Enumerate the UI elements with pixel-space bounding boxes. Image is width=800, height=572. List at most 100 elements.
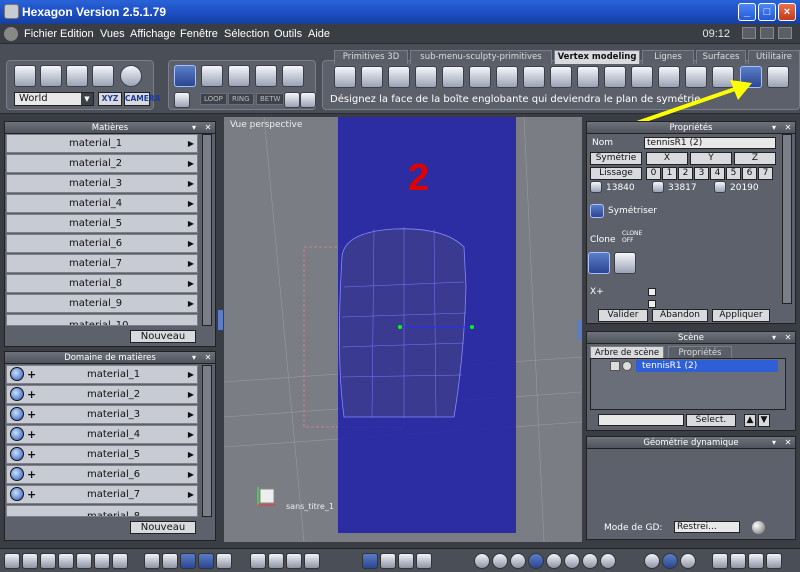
list-item[interactable]: material_6 ▶ bbox=[6, 234, 198, 253]
list-item[interactable]: material_3 ▶ bbox=[6, 174, 198, 193]
menu-selection[interactable]: Sélection bbox=[224, 28, 269, 40]
tab-sculpty[interactable]: sub-menu-sculpty-primitives bbox=[410, 50, 552, 64]
down-arrow-icon[interactable]: ▼ bbox=[758, 414, 770, 427]
between-button[interactable]: BETW bbox=[256, 93, 285, 105]
smoothing-level-2[interactable]: 2 bbox=[678, 167, 693, 180]
snap-icon[interactable] bbox=[284, 92, 300, 108]
rotate-tool-icon[interactable] bbox=[398, 553, 414, 569]
flat-shaded-icon[interactable] bbox=[546, 553, 562, 569]
tab-primitives-3d[interactable]: Primitives 3D bbox=[334, 50, 408, 64]
tab-lignes[interactable]: Lignes bbox=[642, 50, 694, 64]
panel-menu-icon[interactable]: ▾ bbox=[769, 333, 779, 343]
smoothing-level-5[interactable]: 5 bbox=[726, 167, 741, 180]
extrude-icon[interactable] bbox=[334, 66, 356, 88]
grid-snap-icon[interactable] bbox=[198, 553, 214, 569]
panel-menu-icon[interactable]: ▾ bbox=[189, 353, 199, 363]
menu-fichier[interactable]: Fichier bbox=[24, 28, 57, 40]
smoothing-level-4[interactable]: 4 bbox=[710, 167, 725, 180]
pan-icon[interactable] bbox=[268, 553, 284, 569]
sphere-view-icon[interactable] bbox=[644, 553, 660, 569]
symmetrize-icon[interactable] bbox=[590, 204, 604, 218]
xplus-checkbox[interactable] bbox=[648, 288, 656, 296]
viewport[interactable]: Vue perspective 2 sans_titre_1 bbox=[224, 117, 582, 542]
validate-button[interactable]: Valider bbox=[598, 309, 648, 322]
flatten-icon[interactable] bbox=[577, 66, 599, 88]
lights-icon[interactable] bbox=[600, 553, 616, 569]
layout-seven-icon[interactable] bbox=[112, 553, 128, 569]
new-domain-button[interactable]: Nouveau bbox=[130, 521, 196, 534]
tessellate-icon[interactable] bbox=[442, 66, 464, 88]
layout-two-icon[interactable] bbox=[22, 553, 38, 569]
scene-filter-input[interactable] bbox=[598, 414, 684, 426]
panel-close-icon[interactable]: ✕ bbox=[203, 123, 213, 133]
soft-select-icon[interactable] bbox=[174, 92, 190, 108]
name-field[interactable]: tennisR1 (2) bbox=[644, 137, 776, 149]
menu-edition[interactable]: Edition bbox=[60, 28, 94, 40]
select-arrow-icon[interactable] bbox=[14, 65, 36, 87]
symmetry-button[interactable]: Symétrie bbox=[590, 152, 642, 165]
layout-six-icon[interactable] bbox=[94, 553, 110, 569]
smoothing-level-7[interactable]: 7 bbox=[758, 167, 773, 180]
maximize-app-icon[interactable] bbox=[760, 27, 774, 39]
close-app-icon[interactable] bbox=[778, 27, 792, 39]
layout-three-icon[interactable] bbox=[40, 553, 56, 569]
wireframe-icon[interactable] bbox=[474, 553, 490, 569]
face-mode-icon[interactable] bbox=[201, 65, 223, 87]
list-item[interactable]: + material_4 ▶ bbox=[6, 425, 198, 444]
gd-sphere-icon[interactable] bbox=[752, 521, 765, 534]
camera-button[interactable]: CAMERA bbox=[124, 92, 160, 106]
axis-y-button[interactable]: Y bbox=[690, 152, 732, 165]
panel-menu-icon[interactable]: ▾ bbox=[769, 438, 779, 448]
list-item[interactable]: + material_1 ▶ bbox=[6, 365, 198, 384]
symmetry-mode-2-icon[interactable] bbox=[614, 252, 636, 274]
ring-button[interactable]: RING bbox=[228, 93, 254, 105]
option-checkbox[interactable] bbox=[648, 300, 656, 308]
smooth-icon[interactable] bbox=[550, 66, 572, 88]
list-item[interactable]: + material_5 ▶ bbox=[6, 445, 198, 464]
zoom-fit-icon[interactable] bbox=[250, 553, 266, 569]
box-icon[interactable] bbox=[361, 66, 383, 88]
materials-scrollbar[interactable] bbox=[202, 134, 212, 326]
cancel-button[interactable]: Abandon bbox=[652, 309, 708, 322]
gd-mode-select[interactable]: Restrei... bbox=[674, 521, 740, 533]
smoothing-button[interactable]: Lissage bbox=[590, 167, 642, 180]
panel-close-icon[interactable]: ✕ bbox=[783, 333, 793, 343]
symmetry-mode-1-icon[interactable] bbox=[588, 252, 610, 274]
symmetrize-label[interactable]: Symétriser bbox=[608, 206, 657, 216]
panel-close-icon[interactable]: ✕ bbox=[203, 353, 213, 363]
tools-more-icon[interactable] bbox=[767, 66, 789, 88]
smoothing-level-6[interactable]: 6 bbox=[742, 167, 757, 180]
box-textured-icon[interactable] bbox=[766, 553, 782, 569]
list-item[interactable]: + material_2 ▶ bbox=[6, 385, 198, 404]
grid-icon[interactable] bbox=[180, 553, 196, 569]
list-item[interactable]: material_2 ▶ bbox=[6, 154, 198, 173]
list-item[interactable]: material_4 ▶ bbox=[6, 194, 198, 213]
sphere-blue-icon[interactable] bbox=[662, 553, 678, 569]
list-item[interactable]: + material_3 ▶ bbox=[6, 405, 198, 424]
grid-options-icon[interactable] bbox=[216, 553, 232, 569]
component-mode-icon[interactable] bbox=[282, 65, 304, 87]
list-item[interactable]: + material_6 ▶ bbox=[6, 465, 198, 484]
inset-icon[interactable] bbox=[415, 66, 437, 88]
app-menu-icon[interactable] bbox=[4, 27, 18, 41]
layout-four-icon[interactable] bbox=[58, 553, 74, 569]
ghost-icon[interactable] bbox=[120, 65, 142, 87]
render-paint-icon[interactable] bbox=[162, 553, 178, 569]
list-item[interactable]: material_1 ▶ bbox=[6, 134, 198, 153]
panel-close-icon[interactable]: ✕ bbox=[783, 438, 793, 448]
chevron-down-icon[interactable]: ▼ bbox=[81, 93, 93, 105]
scale-tool-icon[interactable] bbox=[416, 553, 432, 569]
list-item[interactable]: material_9 ▶ bbox=[6, 294, 198, 313]
layout-single-icon[interactable] bbox=[4, 553, 20, 569]
list-item[interactable]: + material_7 ▶ bbox=[6, 485, 198, 504]
xray-icon[interactable] bbox=[582, 553, 598, 569]
magic-select-icon[interactable] bbox=[92, 65, 114, 87]
paint-select-icon[interactable] bbox=[66, 65, 88, 87]
smooth-shaded-icon[interactable] bbox=[510, 553, 526, 569]
menu-fenetre[interactable]: Fenêtre bbox=[180, 28, 218, 40]
isolate-icon[interactable] bbox=[300, 92, 316, 108]
weld-icon[interactable] bbox=[469, 66, 491, 88]
cut-icon[interactable] bbox=[523, 66, 545, 88]
panel-close-icon[interactable]: ✕ bbox=[783, 123, 793, 133]
lock-icon[interactable] bbox=[610, 361, 620, 371]
